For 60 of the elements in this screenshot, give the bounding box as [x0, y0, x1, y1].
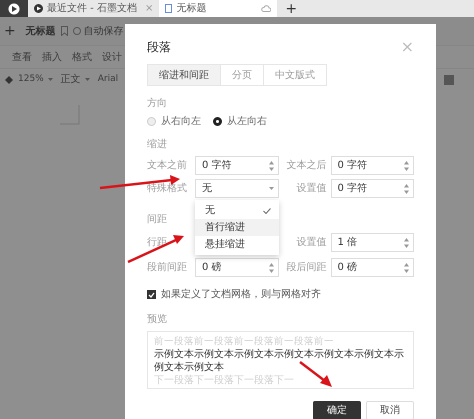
eraser-icon[interactable] [4, 74, 14, 84]
status-circle-icon [72, 27, 81, 35]
dropdown-option[interactable]: 首行缩进 [195, 219, 279, 236]
field-label: 段后间距 [286, 260, 326, 275]
menu-item[interactable]: 设计 [102, 50, 122, 64]
radio-button[interactable] [213, 117, 222, 126]
arrow [299, 361, 332, 387]
document-title: 无标题 [26, 24, 56, 38]
radio-option[interactable]: 从左向右 [213, 114, 267, 129]
section-label: 方向 [147, 96, 167, 111]
preview-text: 示例文本示例文本示例文本示例文本示例文本示例文本示例文本示例文本 [154, 348, 405, 374]
dropdown-option[interactable]: 无 [195, 202, 279, 219]
spin-field[interactable]: 0 字符 [195, 156, 278, 175]
page-corner-icon [60, 105, 80, 125]
new-button[interactable]: + [4, 20, 16, 42]
spinner-icon[interactable] [268, 262, 274, 272]
caret-icon [268, 187, 274, 190]
tab[interactable]: 缩进和间距 [147, 64, 221, 86]
spin-field[interactable]: 0 字符 [330, 179, 414, 198]
cancel-button[interactable]: 取消 [366, 401, 414, 419]
document-icon [165, 4, 172, 13]
app-logo-icon[interactable] [0, 0, 28, 17]
spin-field[interactable]: 0 磅 [330, 258, 414, 277]
dialog-title: 段落 [147, 39, 171, 56]
spin-field[interactable]: 0 字符 [330, 156, 414, 175]
table-icon[interactable] [444, 74, 454, 84]
cloud-icon [261, 5, 272, 12]
caret-icon [48, 78, 53, 81]
section-label: 缩进 [147, 138, 167, 152]
checkbox[interactable] [147, 290, 156, 299]
spin-field[interactable]: 0 磅 [195, 258, 278, 277]
menu-item[interactable]: 插入 [42, 50, 62, 64]
field-label: 段前间距 [147, 261, 188, 275]
spinner-icon[interactable] [404, 262, 409, 272]
arrow [127, 235, 184, 264]
menu-item[interactable]: 格式 [72, 50, 92, 64]
spinner-icon[interactable] [268, 160, 274, 170]
spin-field[interactable]: 1 倍 [330, 233, 414, 252]
radio-option[interactable]: 从右向左 [147, 114, 201, 129]
section-label: 预览 [147, 313, 167, 327]
spinner-icon[interactable] [404, 184, 409, 194]
dropdown-option[interactable]: 悬挂缩进 [195, 236, 279, 253]
document-logo-icon [34, 4, 43, 13]
zoom-dropdown[interactable]: 125% [18, 72, 44, 86]
section-label: 间距 [147, 213, 167, 227]
caret-icon [84, 78, 90, 81]
confirm-button[interactable]: 确定 [313, 401, 361, 419]
spinner-icon[interactable] [404, 238, 409, 248]
field-label: 特殊格式 [147, 182, 188, 196]
field-label: 设置值 [296, 236, 326, 250]
field-label: 文本之前 [147, 158, 188, 173]
grid-checkbox[interactable]: 如果定义了文档网格，则与网格对齐 [147, 287, 414, 302]
autosave-status: 自动保存 [84, 24, 124, 38]
new-tab-button[interactable]: + [277, 0, 306, 17]
browser-tab[interactable]: 无标题 [159, 0, 278, 17]
field-label: 设置值 [296, 182, 326, 196]
select-field[interactable]: 无 [195, 179, 278, 198]
bookmark-icon[interactable] [60, 26, 68, 36]
spinner-icon[interactable] [404, 160, 409, 170]
field-label: 文本之后 [286, 158, 326, 173]
